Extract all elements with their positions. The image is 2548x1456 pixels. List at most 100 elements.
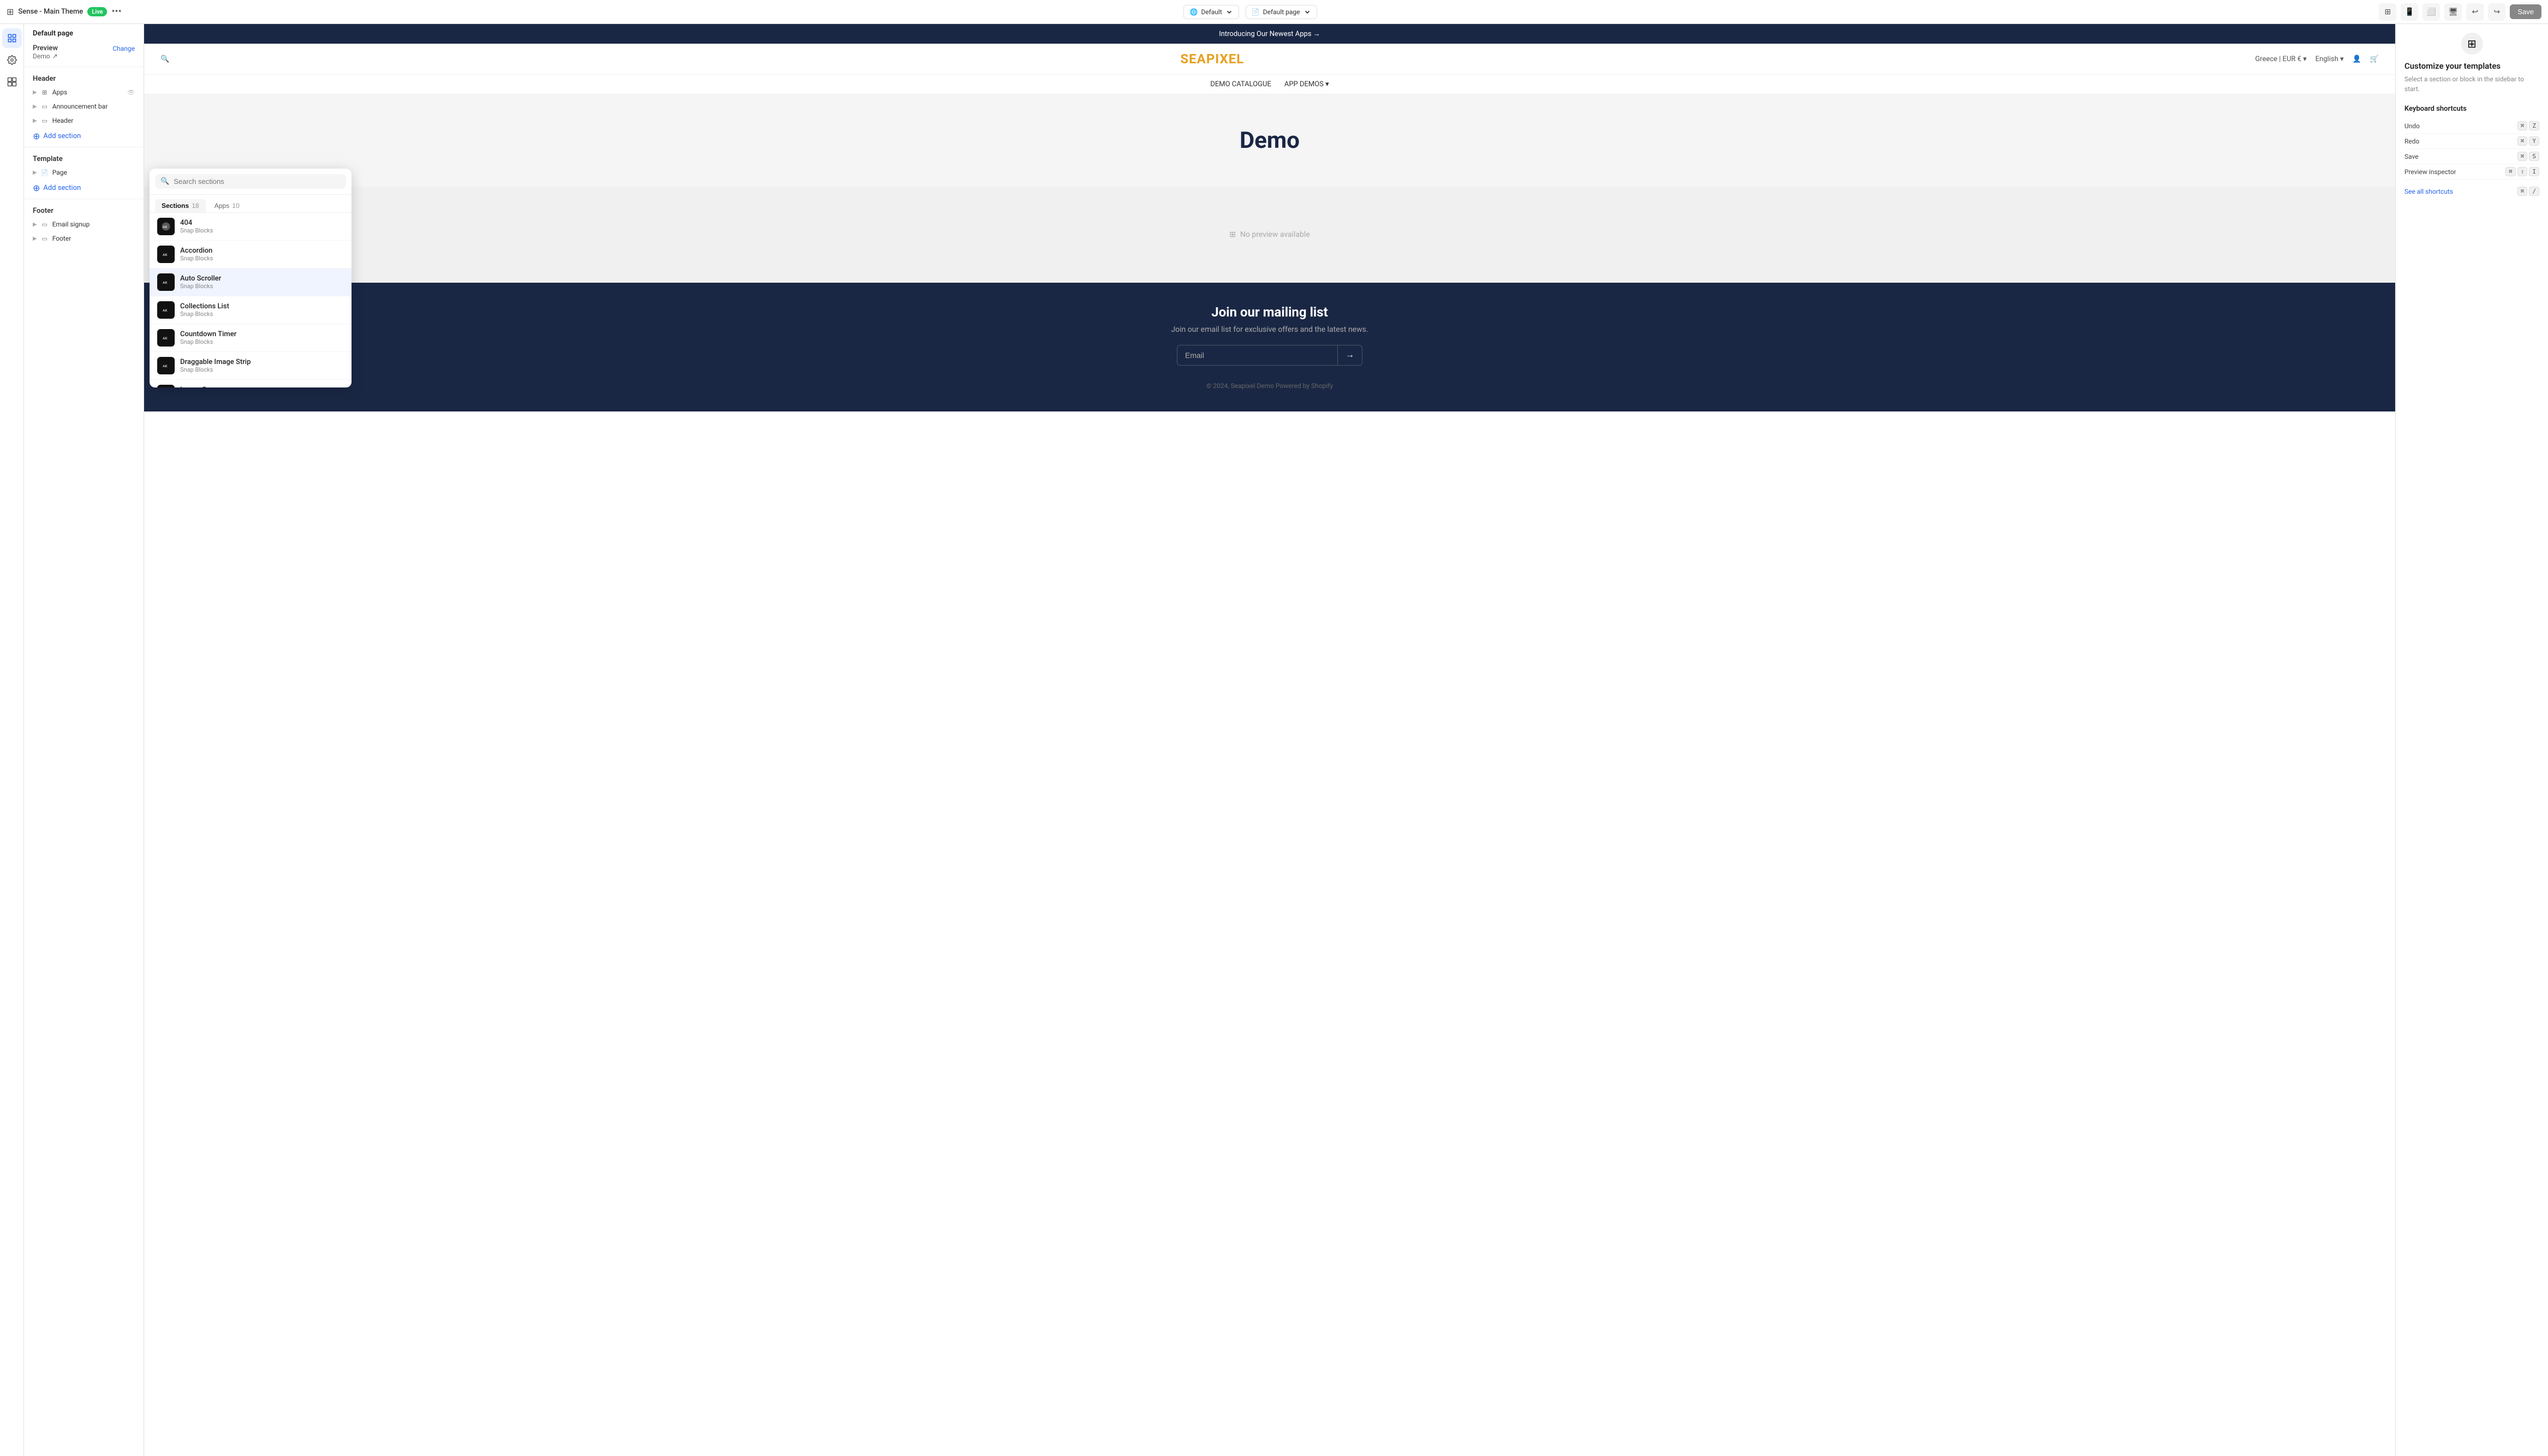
tree-item-email-signup[interactable]: ▶ ▭ Email signup [24, 217, 144, 231]
svg-text:AK: AK [163, 281, 168, 285]
add-section-header-button[interactable]: ⊕ Add section [24, 128, 144, 145]
website-preview: Introducing Our Newest Apps → 🔍 SEAPIXEL… [144, 24, 2395, 1456]
header-section-label: Header [24, 69, 144, 85]
right-panel-title: Customize your templates [2404, 61, 2539, 71]
shortcut-keys-save: ⌘ S [2517, 152, 2539, 161]
desktop-icon-button[interactable]: 🖥 [2444, 3, 2462, 21]
chevron-icon: ▶ [33, 170, 37, 176]
add-section-label: Add section [43, 132, 81, 140]
chevron-icon: ▶ [33, 222, 37, 228]
plus-circle-icon: ⊕ [33, 131, 40, 141]
template-section-label: Template [24, 150, 144, 165]
tree-item-header[interactable]: ▶ ▭ Header [24, 114, 144, 128]
item-text-accordion: Accordion Snap Blocks [180, 247, 213, 262]
item-text-404: 404 Snap Blocks [180, 219, 213, 234]
chevron-icon: ▶ [33, 118, 37, 124]
email-signup-form: → [1177, 345, 1362, 366]
item-text-auto-scroller: Auto Scroller Snap Blocks [180, 275, 221, 290]
no-preview-area: ⊞ No preview available [144, 187, 2395, 283]
list-item[interactable]: AK 404 Snap Blocks [150, 213, 352, 241]
nav-region[interactable]: Greece | EUR € ▾ [2255, 55, 2306, 63]
tree-item-announcement-bar[interactable]: ▶ ▭ Announcement bar [24, 99, 144, 114]
live-badge: Live [87, 7, 107, 16]
preview-section: Preview Change Demo ↗ [24, 40, 144, 64]
preview-label: Preview [33, 44, 58, 52]
site-announcement-bar: Introducing Our Newest Apps → [144, 24, 2395, 44]
item-icon-404: AK [157, 218, 175, 235]
tree-item-footer-label: Footer [52, 235, 72, 242]
popup-items-list: AK 404 Snap Blocks AK Accordion Snap Blo… [150, 213, 352, 387]
apps-tree-icon: ⊞ [40, 88, 49, 97]
announcement-tree-icon: ▭ [40, 102, 49, 111]
footer-heading: Join our mailing list [160, 305, 2379, 320]
shortcut-keys-redo: ⌘ Y [2517, 136, 2539, 146]
list-item[interactable]: AK Collections List Snap Blocks [150, 296, 352, 324]
list-item[interactable]: AK Countdown Timer Snap Blocks [150, 324, 352, 352]
item-text-draggable: Draggable Image Strip Snap Blocks [180, 358, 251, 373]
default-left-dropdown[interactable]: 🌐 Default [1183, 5, 1239, 19]
apps-icon-button[interactable]: ⊞ [2379, 3, 2396, 21]
more-options-button[interactable]: ••• [111, 6, 121, 17]
footer-section-label: Footer [24, 201, 144, 217]
announcement-link[interactable]: Introducing Our Newest Apps → [1219, 30, 1320, 38]
site-nav-links: DEMO CATALOGUE APP DEMOS ▾ [144, 75, 2395, 94]
list-item[interactable]: AK Draggable Image Strip Snap Blocks [150, 352, 352, 380]
nav-search-icon[interactable]: 🔍 [160, 55, 169, 63]
page-icon: 📄 [1252, 8, 1260, 16]
theme-name: Sense - Main Theme [18, 8, 83, 16]
item-icon-countdown: AK [157, 329, 175, 347]
search-sections-input[interactable] [174, 177, 341, 186]
mobile-icon-button[interactable]: 📱 [2401, 3, 2418, 21]
tree-item-footer[interactable]: ▶ ▭ Footer [24, 231, 144, 246]
list-item[interactable]: AK Accordion Snap Blocks [150, 241, 352, 268]
grid-icon: ⊞ [7, 7, 14, 17]
shortcuts-title: Keyboard shortcuts [2404, 105, 2539, 113]
tab-sections[interactable]: Sections 18 [155, 199, 206, 212]
save-button[interactable]: Save [2510, 4, 2541, 19]
item-icon-draggable: AK [157, 357, 175, 374]
page-tree-icon: 📄 [40, 168, 49, 177]
globe-icon: 🌐 [1189, 8, 1198, 16]
site-hero: Demo [144, 94, 2395, 187]
eye-icon: 👁 [127, 89, 135, 96]
tree-item-page-label: Page [52, 169, 67, 176]
shortcut-keys-undo: ⌘ Z [2517, 121, 2539, 130]
tree-item-apps[interactable]: ▶ ⊞ Apps 👁 [24, 85, 144, 99]
footer-sub: Join our email list for exclusive offers… [160, 325, 2379, 334]
icon-sidebar [0, 24, 24, 1456]
chevron-down-icon-2 [1303, 8, 1311, 16]
undo-button[interactable]: ↩ [2466, 3, 2484, 21]
list-item[interactable]: AK Image Compare Snap Blocks [150, 380, 352, 387]
customizer-icon-area: ⊞ [2404, 33, 2539, 55]
preview-change-button[interactable]: Change [112, 45, 135, 52]
email-input[interactable] [1177, 345, 1338, 366]
shortcut-save: Save ⌘ S [2404, 149, 2539, 164]
redo-button[interactable]: ↪ [2488, 3, 2505, 21]
item-text-collections: Collections List Snap Blocks [180, 302, 229, 318]
nav-link-app-demos[interactable]: APP DEMOS ▾ [1284, 80, 1329, 88]
email-submit-button[interactable]: → [1338, 345, 1362, 366]
chevron-down-icon [1225, 8, 1233, 16]
sections-icon-button[interactable] [2, 28, 22, 48]
add-section-template-button[interactable]: ⊕ Add section [24, 180, 144, 196]
item-text-countdown: Countdown Timer Snap Blocks [180, 330, 236, 345]
tree-item-page[interactable]: ▶ 📄 Page [24, 165, 144, 180]
nav-language[interactable]: English ▾ [2315, 55, 2344, 63]
list-item-auto-scroller[interactable]: AK Auto Scroller Snap Blocks [150, 268, 352, 296]
tablet-icon-button[interactable]: ⬜ [2422, 3, 2440, 21]
tab-apps[interactable]: Apps 10 [208, 199, 246, 212]
svg-text:AK: AK [163, 253, 168, 257]
see-all-shortcuts-link[interactable]: See all shortcuts ⌘ / [2404, 184, 2539, 199]
no-preview-icon: ⊞ [1229, 230, 1236, 239]
popup-tabs: Sections 18 Apps 10 [150, 195, 352, 213]
default-page-dropdown[interactable]: 📄 Default page [1246, 5, 1317, 19]
nav-link-demo-catalogue[interactable]: DEMO CATALOGUE [1210, 80, 1271, 88]
nav-account-icon[interactable]: 👤 [2353, 55, 2361, 63]
apps-sidebar-icon-button[interactable] [2, 72, 22, 92]
nav-cart-icon[interactable]: 🛒 [2370, 55, 2379, 63]
preview-demo-link[interactable]: Demo ↗ [33, 52, 135, 60]
popup-search-bar: 🔍 [150, 169, 352, 195]
preview-area: 🔍 Sections 18 Apps 10 AK [144, 24, 2395, 1456]
settings-icon-button[interactable] [2, 50, 22, 70]
topbar-center: 🌐 Default 📄 Default page [1183, 5, 1317, 19]
